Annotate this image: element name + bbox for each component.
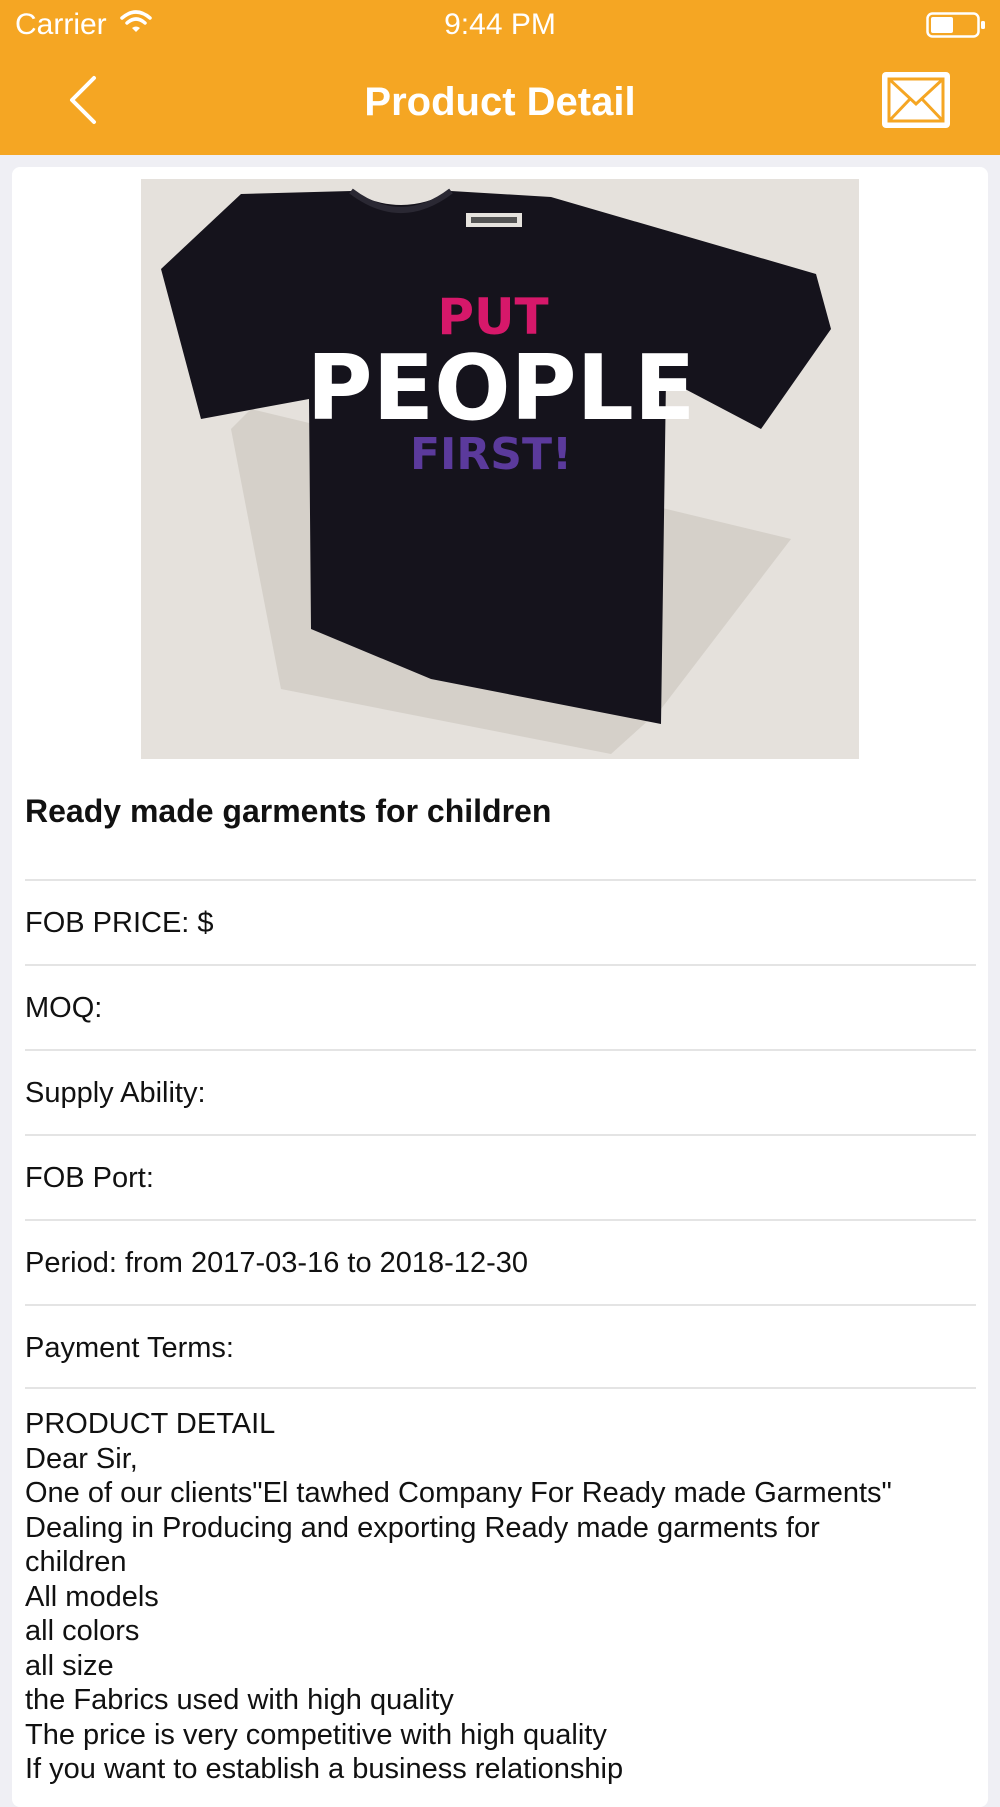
product-info-list: FOB PRICE: $ MOQ: Supply Ability: FOB Po… — [25, 879, 976, 1389]
envelope-icon — [882, 72, 950, 128]
detail-line: The price is very competitive with high … — [25, 1718, 607, 1751]
supply-ability-row: Supply Ability: — [25, 1049, 976, 1134]
status-time: 9:44 PM — [444, 8, 556, 41]
detail-line: All models — [25, 1580, 159, 1613]
shirt-print-people: PEOPLE — [307, 336, 696, 441]
detail-line: Dear Sir, — [25, 1442, 138, 1475]
mail-button[interactable] — [880, 70, 952, 130]
detail-line: all colors — [25, 1615, 140, 1647]
detail-line: the Fabrics used with high quality — [25, 1684, 454, 1716]
product-card: PUT PEOPLE FIRST! Ready made garments fo… — [12, 167, 988, 1807]
detail-line: If you want to establish a business rela… — [25, 1753, 624, 1785]
detail-line: all size — [25, 1649, 114, 1682]
battery-icon — [926, 12, 986, 43]
header: Carrier 9:44 PM Product Detail — [0, 0, 1000, 155]
detail-line: children — [25, 1546, 127, 1578]
product-image[interactable]: PUT PEOPLE FIRST! — [141, 179, 859, 759]
detail-line: PRODUCT DETAIL — [25, 1408, 276, 1440]
payment-terms-row: Payment Terms: — [25, 1304, 976, 1389]
navigation-bar: Product Detail — [0, 50, 1000, 155]
status-bar: Carrier 9:44 PM — [0, 0, 1000, 50]
detail-line: One of our clients"El tawhed Company For… — [25, 1477, 892, 1509]
fob-price-row: FOB PRICE: $ — [25, 879, 976, 964]
detail-line: Dealing in Producing and exporting Ready… — [25, 1511, 820, 1544]
product-title: Ready made garments for children — [25, 793, 552, 829]
fob-port-row: FOB Port: — [25, 1134, 976, 1219]
shirt-print-first: FIRST! — [410, 429, 572, 480]
page-title: Product Detail — [364, 80, 636, 124]
period-row: Period: from 2017-03-16 to 2018-12-30 — [25, 1219, 976, 1304]
moq-row: MOQ: — [25, 964, 976, 1049]
product-detail-text: PRODUCT DETAIL Dear Sir, One of our clie… — [25, 1407, 976, 1787]
